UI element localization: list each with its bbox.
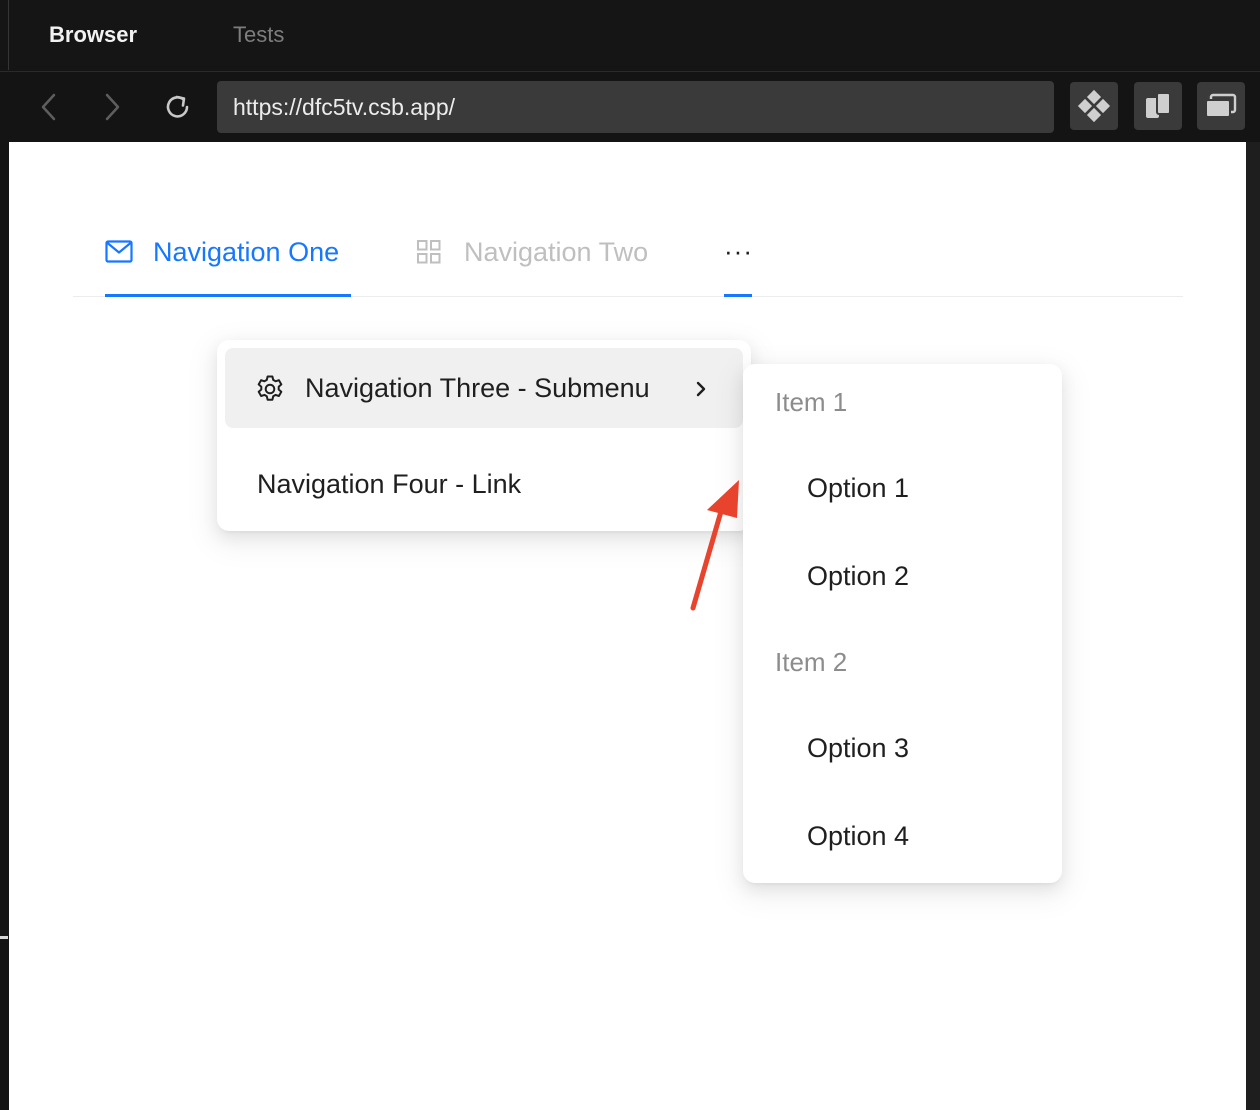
tab-tests[interactable]: Tests xyxy=(233,22,284,48)
forward-icon xyxy=(105,93,120,121)
split-view-icon xyxy=(1146,92,1171,118)
extension-button[interactable] xyxy=(1070,82,1118,130)
url-input[interactable]: https://dfc5tv.csb.app/ xyxy=(217,81,1054,133)
window-edge xyxy=(8,0,9,70)
back-icon xyxy=(41,93,56,121)
extension-icon xyxy=(1077,89,1111,123)
back-button[interactable] xyxy=(35,92,65,122)
reload-button[interactable] xyxy=(163,92,193,122)
scrollbar-track[interactable] xyxy=(1246,142,1260,1110)
annotation-arrow xyxy=(690,480,739,611)
tab-browser[interactable]: Browser xyxy=(49,22,137,48)
reload-icon xyxy=(166,95,189,118)
page-viewport: Navigation One Navigation Two ··· Naviga… xyxy=(9,142,1246,1110)
browser-tab-bar: Browser Tests xyxy=(0,0,1260,72)
split-view-button[interactable] xyxy=(1134,82,1182,130)
window-edge-marker xyxy=(0,936,8,939)
windows-icon xyxy=(1205,93,1237,118)
browser-toolbar: https://dfc5tv.csb.app/ xyxy=(0,72,1260,142)
windows-button[interactable] xyxy=(1197,82,1245,130)
forward-button[interactable] xyxy=(97,92,127,122)
